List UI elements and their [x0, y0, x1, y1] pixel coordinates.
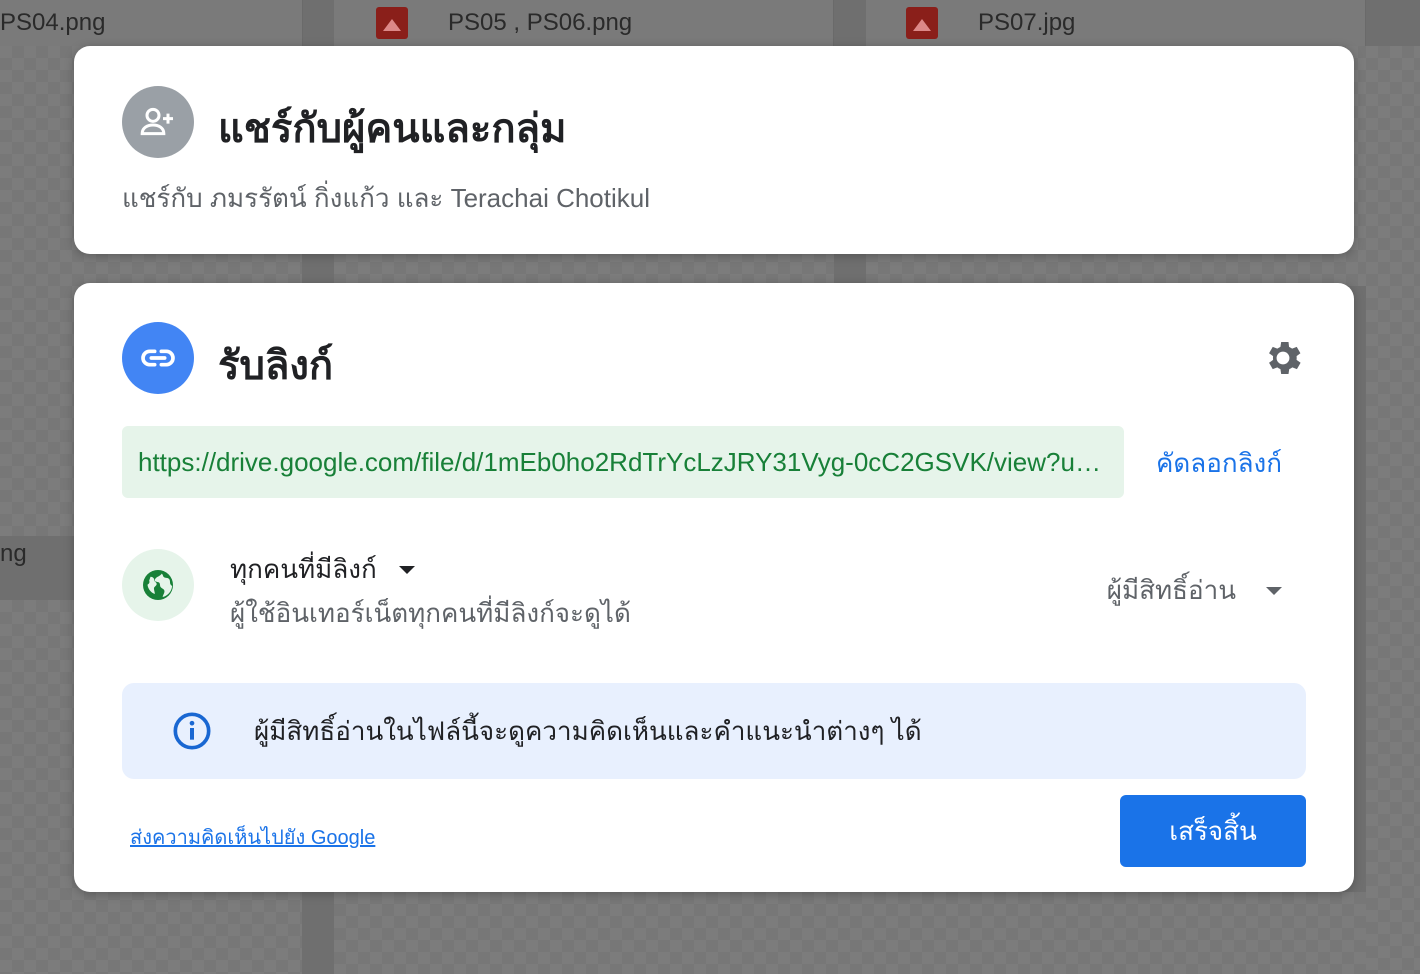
done-button[interactable]: เสร็จสิ้น	[1120, 795, 1306, 867]
info-banner: ผู้มีสิทธิ์อ่านในไฟล์นี้จะดูความคิดเห็นแ…	[122, 683, 1306, 779]
copy-link-button[interactable]: คัดลอกลิงก์	[1156, 443, 1282, 484]
link-role-value: ผู้มีสิทธิ์อ่าน	[1106, 575, 1236, 605]
link-icon	[122, 322, 194, 394]
caret-down-icon	[1266, 586, 1282, 595]
link-access-description: ผู้ใช้อินเทอร์เน็ตทุกคนที่มีลิงก์จะดูได้	[230, 598, 631, 628]
share-with-people-card[interactable]: แชร์กับผู้คนและกลุ่ม แชร์กับ ภมรรัตน์ กิ…	[74, 46, 1354, 254]
share-url-field[interactable]: https://drive.google.com/file/d/1mEb0ho2…	[122, 426, 1124, 498]
link-access-scope: ทุกคนที่มีลิงก์	[230, 554, 377, 584]
info-icon	[173, 712, 211, 750]
link-role-dropdown[interactable]: ผู้มีสิทธิ์อ่าน	[1107, 570, 1282, 611]
link-access-scope-dropdown[interactable]: ทุกคนที่มีลิงก์	[230, 549, 415, 590]
file-tile-header[interactable]: PS07.jpg	[866, 0, 1366, 46]
person-add-icon	[122, 86, 194, 158]
share-url-text: https://drive.google.com/file/d/1mEb0ho2…	[138, 446, 1108, 477]
share-people-title: แชร์กับผู้คนและกลุ่ม	[218, 107, 567, 151]
file-thumbnail	[1366, 46, 1420, 974]
get-link-card: รับลิงก์ https://drive.google.com/file/d…	[74, 283, 1354, 892]
caret-down-icon	[398, 565, 415, 574]
file-tile-header[interactable]: PS04.png	[0, 0, 303, 46]
file-name: PS04.png	[0, 9, 106, 36]
image-file-icon	[906, 7, 938, 39]
get-link-title: รับลิงก์	[218, 344, 334, 388]
file-tile-header[interactable]: PS05 , PS06.png	[334, 0, 834, 46]
file-name: ng	[0, 540, 27, 567]
shared-with-summary[interactable]: แชร์กับ ภมรรัตน์ กิ่งแก้ว และ Terachai C…	[122, 178, 650, 219]
file-name: PS07.jpg	[978, 9, 1076, 36]
globe-icon	[122, 549, 194, 621]
file-thumbnail	[334, 892, 1366, 974]
file-name: PS05 , PS06.png	[448, 9, 633, 36]
image-file-icon	[376, 7, 408, 39]
send-feedback-link[interactable]: ส่งความคิดเห็นไปยัง Google	[130, 821, 375, 853]
gear-icon[interactable]	[1260, 335, 1306, 381]
info-text: ผู้มีสิทธิ์อ่านในไฟล์นี้จะดูความคิดเห็นแ…	[254, 716, 922, 746]
